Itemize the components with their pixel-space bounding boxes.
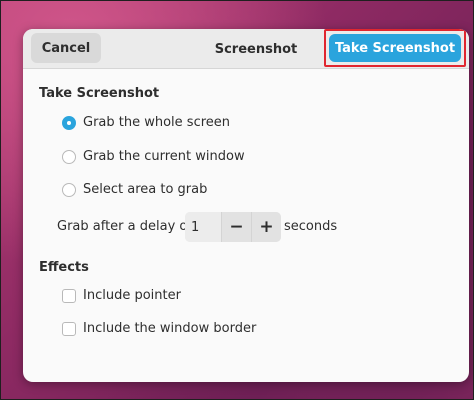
effects-section-title: Effects: [39, 260, 89, 275]
delay-value-input[interactable]: 1: [185, 212, 221, 242]
option-include-window-border[interactable]: Include the window border: [62, 321, 256, 336]
header-bar: Cancel Screenshot Take Screenshot: [23, 29, 469, 69]
take-screenshot-section-title: Take Screenshot: [39, 86, 160, 101]
screenshot-dialog: Cancel Screenshot Take Screenshot Take S…: [23, 29, 469, 382]
decrement-button[interactable]: −: [221, 212, 251, 242]
delay-prefix-text: Grab after a delay of: [57, 219, 192, 234]
option-label: Grab the current window: [83, 149, 245, 164]
option-label: Grab the whole screen: [83, 115, 231, 130]
delay-suffix-text: seconds: [284, 219, 338, 234]
take-screenshot-button[interactable]: Take Screenshot: [329, 34, 461, 62]
delay-prefix-label: Grab after a delay of: [57, 219, 192, 234]
cancel-button[interactable]: Cancel: [31, 33, 101, 63]
option-select-area[interactable]: Select area to grab: [62, 182, 207, 197]
screenshot-frame: Cancel Screenshot Take Screenshot Take S…: [0, 0, 474, 400]
increment-button[interactable]: +: [251, 212, 281, 242]
radio-icon[interactable]: [62, 149, 76, 164]
checkbox-icon[interactable]: [62, 288, 76, 303]
option-whole-screen[interactable]: Grab the whole screen: [62, 115, 230, 130]
take-screenshot-highlight: Take Screenshot: [324, 29, 466, 67]
option-label: Include pointer: [83, 288, 181, 303]
option-label: Select area to grab: [83, 182, 208, 197]
delay-suffix-label: seconds: [284, 219, 337, 234]
option-current-window[interactable]: Grab the current window: [62, 149, 245, 164]
delay-spinbutton: 1 − +: [185, 212, 281, 242]
radio-icon[interactable]: [62, 182, 76, 197]
radio-selected-icon[interactable]: [62, 115, 76, 130]
option-label: Include the window border: [83, 321, 257, 336]
dialog-title: Screenshot: [214, 41, 298, 57]
checkbox-icon[interactable]: [62, 321, 76, 336]
option-include-pointer[interactable]: Include pointer: [62, 288, 181, 303]
